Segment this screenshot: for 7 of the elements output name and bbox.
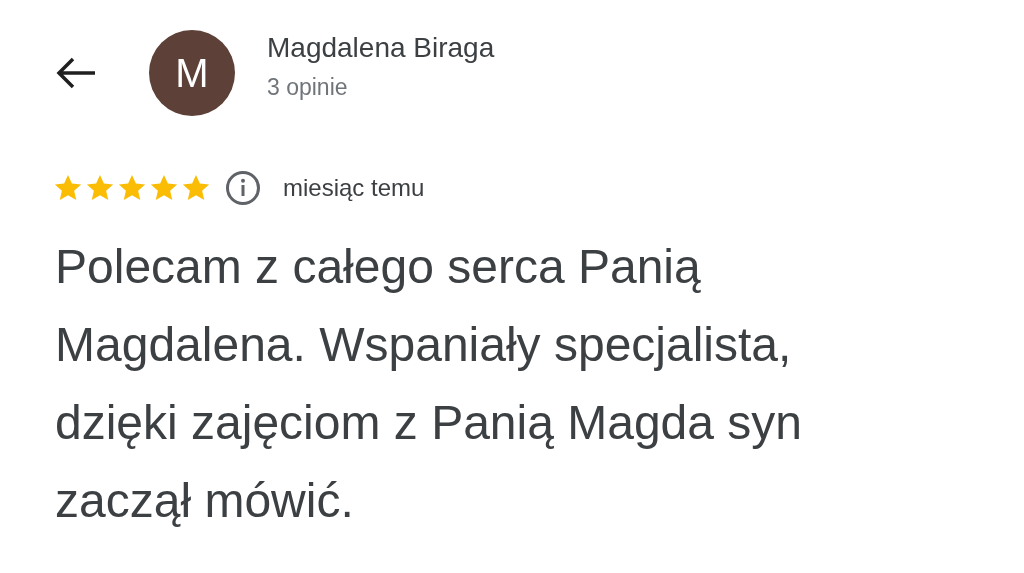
back-arrow-icon[interactable] <box>55 57 97 89</box>
review-time: miesiąc temu <box>283 174 425 202</box>
info-icon[interactable] <box>225 170 261 206</box>
review-count: 3 opinie <box>267 73 349 101</box>
reviewer-name[interactable]: Magdalena Biraga <box>267 31 495 64</box>
avatar: M <box>149 30 235 116</box>
review-text: Polecam z całego serca Panią Magdalena. Wspaniały specjalista, dzięki zajęciom z Panią Magda syn zaczął mówić. <box>55 239 804 529</box>
